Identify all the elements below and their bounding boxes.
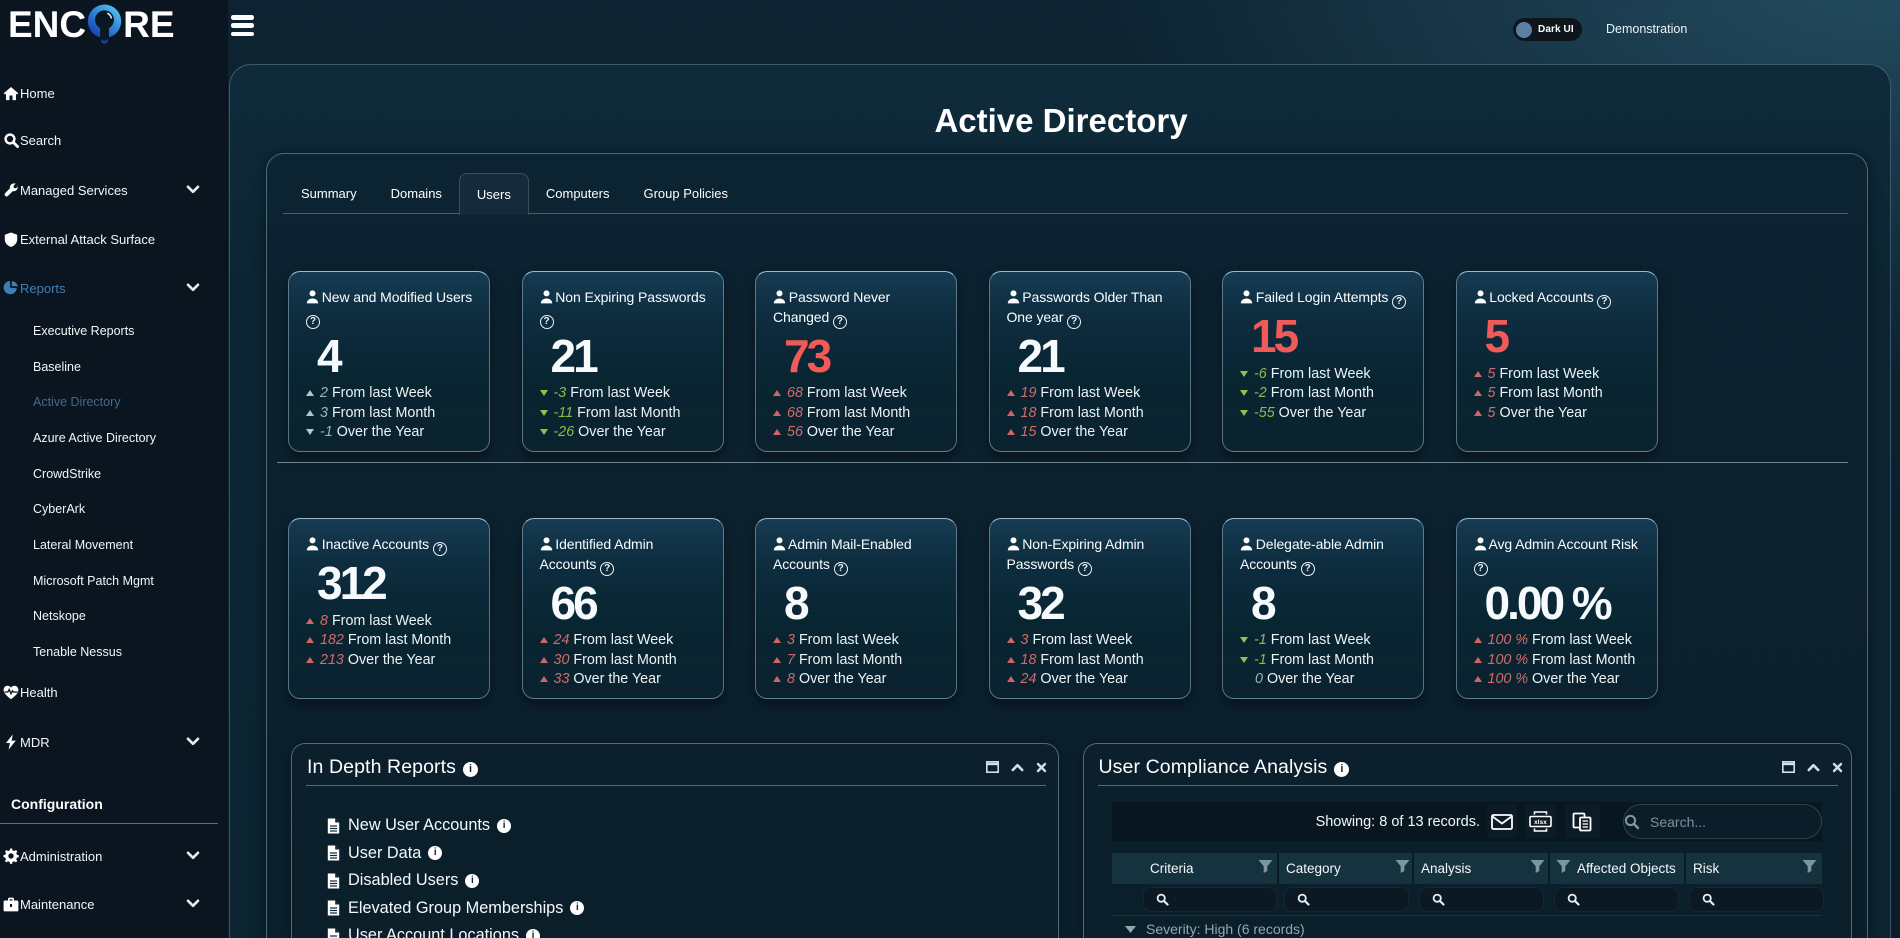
svg-text:xlsx: xlsx — [1534, 819, 1547, 826]
